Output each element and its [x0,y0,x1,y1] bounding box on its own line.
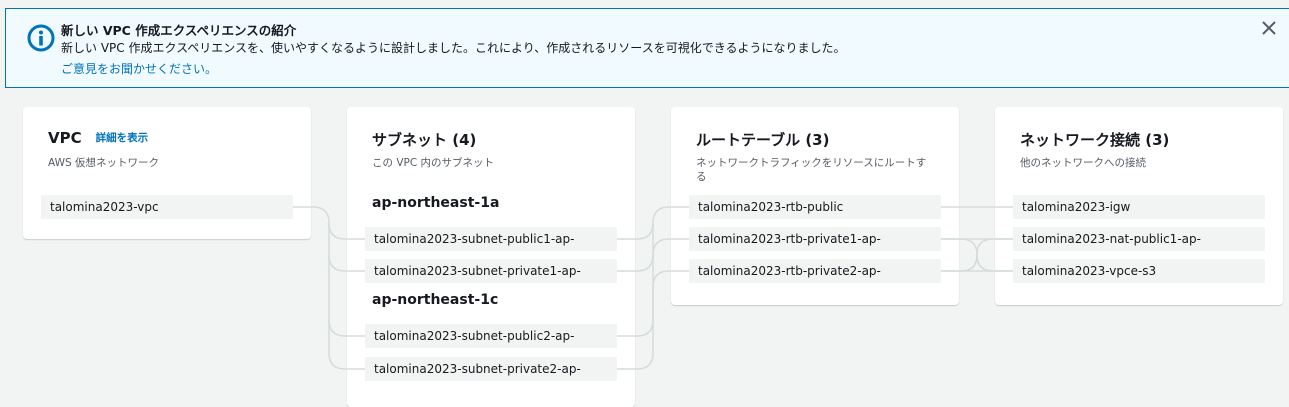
subnet-item-private2[interactable]: talomina2023-subnet-private2-ap- [365,357,617,381]
availability-zone-label: ap-northeast-1c [372,292,499,308]
banner-message: 新しい VPC 作成エクスペリエンスを、使いやすくなるように設計しました。これに… [61,41,846,55]
network-connection-item-vpce[interactable]: talomina2023-vpce-s3 [1013,259,1265,283]
network-connection-item-nat[interactable]: talomina2023-nat-public1-ap- [1013,227,1265,251]
route-table-item-private1[interactable]: talomina2023-rtb-private1-ap- [689,227,941,251]
info-icon [27,24,55,52]
subnet-item-private1[interactable]: talomina2023-subnet-private1-ap- [365,259,617,283]
network-connections-card-description: 他のネットワークへの接続 [1020,157,1146,169]
show-details-link[interactable]: 詳細を表示 [96,132,149,144]
route-table-item-public[interactable]: talomina2023-rtb-public [689,195,941,219]
vpc-card-description: AWS 仮想ネットワーク [48,157,159,169]
subnet-item-public1[interactable]: talomina2023-subnet-public1-ap- [365,227,617,251]
availability-zone-label: ap-northeast-1a [372,195,500,211]
route-table-item-private2[interactable]: talomina2023-rtb-private2-ap- [689,259,941,283]
route-tables-card-title: ルートテーブル (3) [696,131,830,149]
subnets-card-description: この VPC 内のサブネット [372,157,495,169]
network-connection-item-igw[interactable]: talomina2023-igw [1013,195,1265,219]
network-connections-card-title: ネットワーク接続 (3) [1020,131,1170,149]
vpc-card: VPC 詳細を表示 AWS 仮想ネットワーク [23,107,311,239]
vpc-card-title: VPC [48,129,82,147]
route-tables-card-description: ネットワークトラフィックをリソースにルートする [696,157,927,183]
subnets-card-title: サブネット (4) [372,131,477,149]
banner-title: 新しい VPC 作成エクスペリエンスの紹介 [61,23,297,38]
close-icon[interactable] [1261,20,1277,36]
vpc-card-header: VPC 詳細を表示 [48,129,148,147]
subnet-item-public2[interactable]: talomina2023-subnet-public2-ap- [365,324,617,348]
vpc-item[interactable]: talomina2023-vpc [41,195,293,219]
info-banner: 新しい VPC 作成エクスペリエンスの紹介 新しい VPC 作成エクスペリエンス… [5,8,1289,88]
feedback-link[interactable]: ご意見をお聞かせください。 [61,60,217,77]
